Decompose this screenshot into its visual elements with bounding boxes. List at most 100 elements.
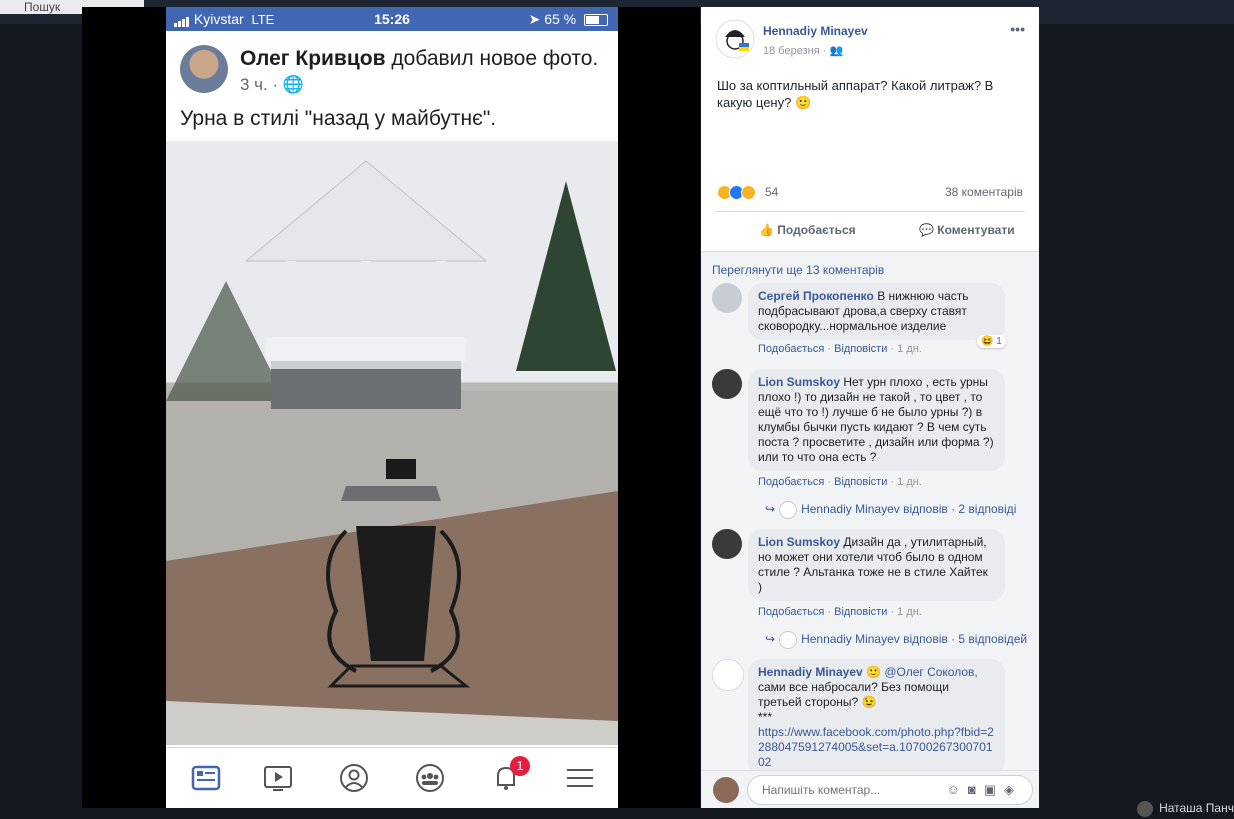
menu-icon[interactable]	[564, 762, 596, 794]
post-side-panel: Hennadiy Minayev 18 березня · 👥 ••• Шо з…	[701, 7, 1039, 808]
post-date: 18 березня · 👥	[763, 45, 844, 57]
like-button[interactable]: 👍 Подобається	[759, 223, 856, 237]
avatar	[1137, 801, 1154, 817]
haha-icon: 😆	[981, 336, 994, 347]
comment-separator: ***	[758, 710, 773, 724]
status-right: ➤ 65 %	[529, 11, 608, 28]
view-more-comments[interactable]: Переглянути ще 13 коментарів	[712, 263, 884, 277]
notification-badge: 1	[510, 756, 530, 776]
wow-icon	[741, 185, 756, 201]
comment-bubble: Lion Sumskoy Дизайн да , утилитарный, но…	[748, 529, 1005, 601]
post-author[interactable]: Олег Кривцов	[240, 47, 386, 70]
comment-bubble: Hennadiy Minayev 🙂 @Олег Соколов, сами в…	[748, 659, 1005, 776]
phone-status-bar: Kyivstar LTE 15:26 ➤ 65 %	[166, 7, 618, 31]
view-replies[interactable]: ↪ Hennadiy Minayev відповів · 2 відповіді	[765, 501, 1016, 519]
replies-author: Hennadiy Minayev відповів	[801, 502, 948, 517]
reactions-row[interactable]: 54 38 коментарів	[717, 185, 1023, 201]
battery-icon	[584, 14, 608, 27]
globe-icon: 🌐	[282, 75, 305, 94]
sticker-icon[interactable]: ◈	[1004, 782, 1022, 797]
phone-post-header: Олег Кривцов добавил новое фото. 3 ч. · …	[166, 31, 618, 141]
avatar[interactable]	[715, 19, 755, 59]
comment-time: 1 дн.	[897, 343, 922, 355]
reply-arrow-icon: ↪	[765, 502, 776, 517]
comment-reaction[interactable]: 😆 1	[977, 335, 1006, 348]
comment-input[interactable]	[760, 782, 924, 798]
post-header: Hennadiy Minayev 18 березня · 👥 •••	[701, 7, 1039, 67]
battery-percent: 65 %	[544, 11, 577, 27]
comment-author[interactable]: Lion Sumskoy	[758, 535, 840, 549]
reaction-icons	[717, 185, 756, 201]
comment-reaction-count: 1	[996, 336, 1002, 347]
comments-count[interactable]: 38 коментарів	[945, 185, 1023, 199]
comment-actions: Подобається · Відповісти · 1 дн.	[758, 606, 922, 618]
post-time: 3 ч. ·	[240, 75, 279, 94]
comment-reply-link[interactable]: Відповісти	[834, 476, 887, 488]
comment-button[interactable]: 💬 Коментувати	[919, 223, 1015, 237]
avatar	[779, 631, 798, 649]
comment-label: Коментувати	[937, 223, 1015, 237]
replies-count: 5 відповідей	[958, 632, 1028, 647]
comment-like-link[interactable]: Подобається	[758, 606, 824, 618]
comment-actions: Подобається · Відповісти · 1 дн.	[758, 476, 922, 488]
video-icon[interactable]	[262, 762, 294, 794]
comment-author[interactable]: Сергей Прокопенко	[758, 289, 874, 303]
phone-screenshot[interactable]: Kyivstar LTE 15:26 ➤ 65 % Олег Кривцов д…	[166, 7, 618, 808]
phone-tab-bar: 1	[166, 747, 618, 808]
comment-link[interactable]: https://www.facebook.com/photo.php?fbid=…	[758, 725, 994, 769]
comment-like-link[interactable]: Подобається	[758, 476, 824, 488]
reactions-count: 54	[765, 185, 779, 199]
comment-author[interactable]: Hennadiy Minayev	[758, 665, 863, 679]
comment-mention[interactable]: @Олег Соколов,	[884, 665, 977, 679]
comment-composer: ☺◙▣◈	[701, 770, 1039, 808]
chat-user[interactable]: Наташа Панч	[1137, 801, 1234, 817]
avatar	[779, 501, 798, 519]
news-feed-icon[interactable]	[190, 762, 222, 794]
post-caption: Урна в стилі "назад у майбутнє".	[180, 107, 497, 130]
comment-text: сами все набросали? Без помощи третьей с…	[758, 680, 949, 709]
composer-icons: ☺◙▣◈	[947, 782, 1022, 798]
comment-time: 1 дн.	[897, 606, 922, 618]
post-photo[interactable]	[166, 141, 618, 745]
reply-arrow-icon: ↪	[765, 632, 776, 647]
replies-author: Hennadiy Minayev відповів	[801, 632, 948, 647]
notifications-icon[interactable]: 1	[490, 756, 530, 794]
camera-icon[interactable]: ◙	[968, 782, 984, 797]
comment-input-box[interactable]: ☺◙▣◈	[747, 775, 1033, 805]
friends-icon: 👥	[829, 45, 844, 57]
comment-reply-link[interactable]: Відповісти	[834, 606, 887, 618]
replies-count: 2 відповіді	[958, 502, 1017, 517]
gif-icon[interactable]: ▣	[984, 782, 1004, 797]
avatar[interactable]	[712, 529, 742, 559]
comment-icon: 💬	[919, 223, 934, 237]
location-icon: ➤	[528, 11, 541, 27]
comment-actions: Подобається · Відповісти · 1 дн.	[758, 343, 922, 355]
post-author[interactable]: Hennadiy Minayev	[763, 24, 868, 38]
comment-reply-link[interactable]: Відповісти	[834, 343, 887, 355]
avatar[interactable]	[712, 369, 742, 399]
comment-bubble: Сергей Прокопенко В нижнюю часть подбрас…	[748, 283, 1005, 340]
groups-icon[interactable]	[414, 762, 446, 794]
view-replies[interactable]: ↪ Hennadiy Minayev відповів · 5 відповіде…	[765, 631, 1027, 649]
avatar[interactable]	[180, 45, 228, 93]
more-options-icon[interactable]: •••	[1010, 21, 1025, 37]
chat-user-name: Наташа Панч	[1159, 801, 1234, 816]
post-action: добавил новое фото.	[391, 47, 599, 70]
post-meta: 3 ч. · 🌐	[240, 75, 304, 95]
avatar[interactable]	[712, 659, 744, 691]
comment-time: 1 дн.	[897, 476, 922, 488]
avatar[interactable]	[712, 283, 742, 313]
divider	[715, 211, 1025, 212]
comment-author[interactable]: Lion Sumskoy	[758, 375, 840, 389]
comment-like-link[interactable]: Подобається	[758, 343, 824, 355]
thumbs-up-icon: 👍	[759, 223, 774, 237]
emoji-icon[interactable]: ☺	[947, 782, 968, 797]
post-text: Шо за коптильный аппарат? Какой литраж? …	[717, 78, 994, 110]
profile-icon[interactable]	[338, 762, 370, 794]
post-actions: 👍 Подобається 💬 Коментувати	[701, 219, 1039, 239]
post-author-line: Олег Кривцов добавил новое фото.	[240, 47, 598, 71]
comment-bubble: Lion Sumskoy Нет урн плохо , есть урны п…	[748, 369, 1005, 471]
like-label: Подобається	[777, 223, 856, 237]
photo-illustration	[166, 160, 618, 745]
post-date-text[interactable]: 18 березня	[763, 45, 820, 57]
